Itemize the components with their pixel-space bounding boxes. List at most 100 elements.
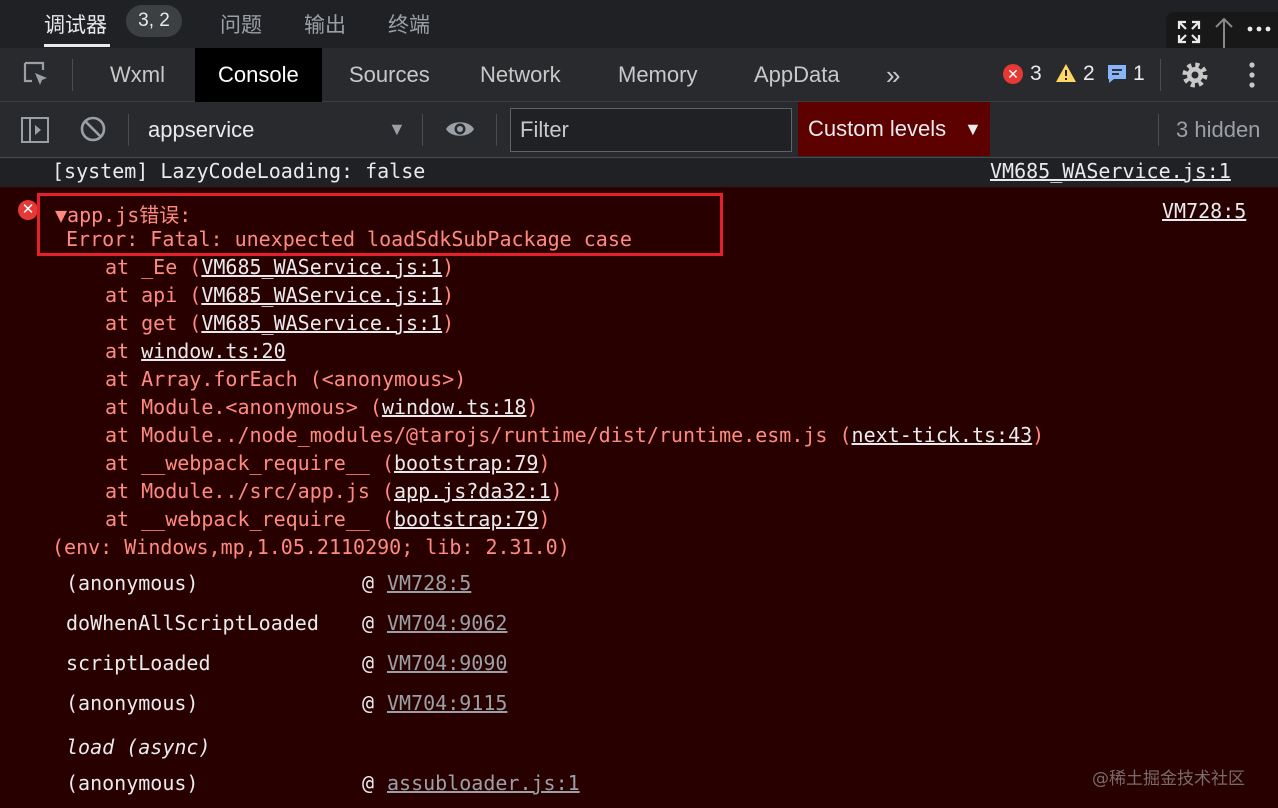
clear-console-icon[interactable] [79,115,107,148]
trace-text: ) [538,507,551,531]
trace-source-link[interactable]: VM685_WAService.js:1 [201,255,442,279]
devtools-tab-bar: Wxml Console Sources Network Memory AppD… [0,48,1278,102]
context-selector[interactable]: appservice [148,117,254,143]
stack-trace-line: at Module../node_modules/@tarojs/runtime… [105,423,1044,447]
log-levels-dropdown[interactable]: Custom levels ▼ [798,102,990,156]
call-stack-source-link[interactable]: VM704:9115 [387,691,507,715]
tab-network[interactable]: Network [480,48,561,102]
error-count[interactable]: 3 [1030,62,1042,86]
call-stack-source-link[interactable]: VM704:9062 [387,611,507,635]
trace-text: ) [550,479,563,503]
tab-wxml[interactable]: Wxml [110,48,165,102]
trace-source-link[interactable]: bootstrap:79 [394,451,539,475]
tab-memory[interactable]: Memory [618,48,697,102]
call-stack-function: doWhenAllScriptLoaded [66,611,319,635]
trace-source-link[interactable]: VM685_WAService.js:1 [201,283,442,307]
error-title[interactable]: ▼app.js错误: [55,199,191,228]
trace-source-link[interactable]: window.ts:18 [382,395,527,419]
source-link[interactable]: VM685_WAService.js:1 [990,159,1231,183]
divider [1158,114,1159,146]
log-levels-label: Custom levels [808,116,947,141]
tab-sources[interactable]: Sources [349,48,430,102]
more-tabs-button[interactable]: » [886,48,900,102]
call-stack-function: (anonymous) [66,771,199,795]
stack-trace-line: at Module../src/app.js (app.js?da32:1) [105,479,563,503]
trace-text: ) [442,255,455,279]
call-stack-at-symbol: @ [362,611,375,635]
trace-source-link[interactable]: bootstrap:79 [394,507,539,531]
hidden-messages-count: 3 hidden [1176,117,1261,142]
trace-text: at Array.forEach (<anonymous>) [105,367,467,391]
warning-icon [1055,62,1077,89]
eye-icon[interactable] [444,117,476,146]
stack-trace-line: at __webpack_require__ (bootstrap:79) [105,451,551,475]
trace-text: at [105,339,142,363]
gear-icon[interactable] [1180,60,1210,95]
stack-trace-line: at _Ee (VM685_WAService.js:1) [105,255,454,279]
call-stack-function: scriptLoaded [66,651,211,675]
environment-info: (env: Windows,mp,1.05.2110290; lib: 2.31… [52,535,570,559]
call-stack-function: (anonymous) [66,571,199,595]
trace-text: ) [1032,423,1045,447]
error-message: Error: Fatal: unexpected loadSdkSubPacka… [66,227,632,251]
stack-trace-line: at api (VM685_WAService.js:1) [105,283,454,307]
console-message-system: [system] LazyCodeLoading: false VM685_WA… [0,158,1278,188]
call-stack-function: load (async) [66,735,211,759]
dropdown-arrow-icon: ▼ [964,119,982,139]
trace-text: at _Ee ( [105,255,202,279]
trace-text: ) [442,283,455,307]
tab-problems[interactable]: 问题 [220,9,262,39]
stack-trace-line: at window.ts:20 [105,339,286,363]
trace-text: at Module.<anonymous> ( [105,395,382,419]
call-stack-source-link[interactable]: VM704:9090 [387,651,507,675]
more-icon[interactable] [1246,16,1272,49]
trace-text: at Module../node_modules/@tarojs/runtime… [105,423,852,447]
system-message-text: [system] LazyCodeLoading: false [52,159,426,183]
divider [128,114,129,146]
call-stack-source-link[interactable]: assubloader.js:1 [387,771,580,795]
divider [1160,59,1161,91]
trace-text: at api ( [105,283,202,307]
active-tab-indicator [44,44,110,47]
tab-appdata[interactable]: AppData [754,48,840,102]
error-icon: ✕ [1003,64,1023,84]
trace-source-link[interactable]: app.js?da32:1 [394,479,551,503]
call-stack-function: (anonymous) [66,691,199,715]
divider [422,114,423,146]
trace-text: at __webpack_require__ ( [105,451,394,475]
sidebar-toggle-icon[interactable] [20,116,50,149]
call-stack-at-symbol: @ [362,651,375,675]
filter-input[interactable] [510,108,792,152]
dropdown-arrow-icon[interactable]: ▼ [388,119,406,140]
call-stack-at-symbol: @ [362,571,375,595]
tab-terminal[interactable]: 终端 [388,9,430,39]
divider [496,114,497,146]
inspect-element-icon[interactable] [22,60,52,95]
stack-trace-line: at Module.<anonymous> (window.ts:18) [105,395,539,419]
trace-text: ) [526,395,539,419]
trace-text: at __webpack_require__ ( [105,507,394,531]
call-stack-at-symbol: @ [362,691,375,715]
message-count[interactable]: 1 [1133,62,1145,86]
stack-trace-line: at Array.forEach (<anonymous>) [105,367,466,391]
trace-text: at Module../src/app.js ( [105,479,394,503]
trace-source-link[interactable]: next-tick.ts:43 [852,423,1033,447]
trace-text: ) [442,311,455,335]
trace-text: ) [538,451,551,475]
panel-tab-bar: 调试器 3, 2 问题 输出 终端 [0,0,1278,48]
error-source-link[interactable]: VM728:5 [1162,199,1246,223]
stack-trace-line: at get (VM685_WAService.js:1) [105,311,454,335]
divider [72,59,73,91]
kebab-menu-icon[interactable] [1244,60,1260,95]
warning-count[interactable]: 2 [1083,62,1095,86]
error-icon: ✕ [18,200,38,220]
tab-output[interactable]: 输出 [304,9,346,39]
trace-source-link[interactable]: window.ts:20 [141,339,286,363]
trace-source-link[interactable]: VM685_WAService.js:1 [201,311,442,335]
tab-debugger[interactable]: 调试器 [44,9,107,39]
tab-console[interactable]: Console [195,48,322,102]
watermark: @稀土掘金技术社区 [1092,769,1245,789]
call-stack-source-link[interactable]: VM728:5 [387,571,471,595]
debugger-count-badge: 3, 2 [126,5,182,37]
call-stack-at-symbol: @ [362,771,375,795]
